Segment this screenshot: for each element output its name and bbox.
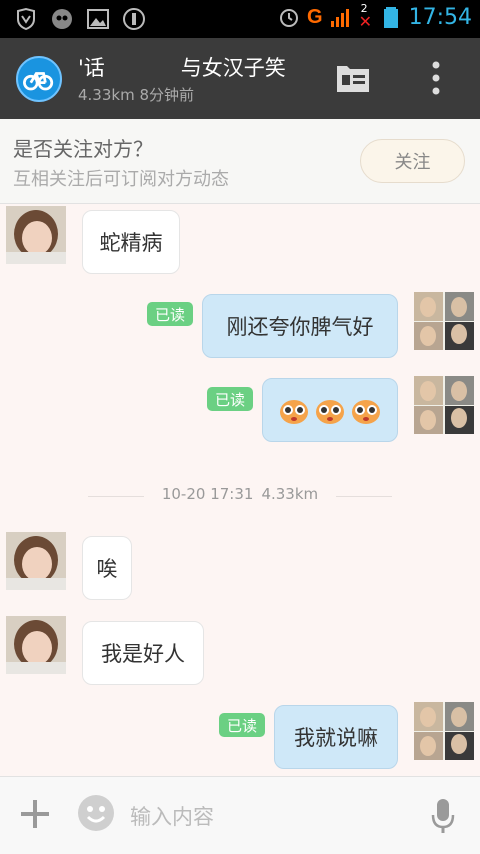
more-options-icon[interactable]	[428, 60, 444, 96]
profile-card-icon[interactable]	[335, 62, 371, 94]
cute-face-emoji-icon	[352, 400, 380, 424]
read-receipt-badge: 已读	[207, 387, 253, 411]
timestamp-text: 10-20 17:31 4.33km	[150, 485, 330, 503]
sync-icon	[123, 8, 145, 30]
message-bubble-outgoing-emoji[interactable]	[262, 378, 398, 442]
signal-icon	[330, 9, 349, 27]
cute-face-emoji-icon	[316, 400, 344, 424]
message-bubble-incoming[interactable]: 蛇精病	[82, 210, 180, 274]
message-input-bar: 输入内容	[0, 776, 480, 854]
message-bubble-outgoing[interactable]: 刚还夸你脾气好	[202, 294, 398, 358]
chat-title-part2: 与女汉子笑	[180, 56, 286, 80]
contact-avatar-photo[interactable]	[6, 616, 66, 674]
plus-icon[interactable]	[18, 797, 52, 831]
status-right-icons: G 2 ✕ 17:54	[277, 2, 472, 31]
my-avatar-photo[interactable]	[414, 292, 474, 350]
chat-title: '话 与女汉子笑	[78, 52, 286, 82]
image-icon	[87, 9, 109, 29]
read-receipt-badge: 已读	[219, 713, 265, 737]
message-bubble-incoming[interactable]: 唉	[82, 536, 132, 600]
status-bar: G 2 ✕ 17:54	[0, 0, 480, 38]
contact-avatar-photo[interactable]	[6, 206, 66, 264]
clock: 17:54	[408, 4, 472, 30]
follow-prompt-title: 是否关注对方？	[13, 137, 153, 161]
chat-header: '话 与女汉子笑 4.33km 8分钟前	[0, 38, 480, 119]
message-bubble-incoming[interactable]: 我是好人	[82, 621, 204, 685]
emoji-icon[interactable]	[78, 795, 114, 831]
chat-subtitle: 4.33km 8分钟前	[78, 86, 195, 104]
bicycle-icon	[23, 72, 54, 91]
message-bubble-outgoing[interactable]: 我就说嘛	[274, 705, 398, 769]
timestamp-distance: 4.33km	[261, 485, 319, 503]
message-input[interactable]: 输入内容	[130, 797, 410, 835]
status-left-icons	[14, 7, 146, 31]
battery-icon	[383, 7, 398, 28]
sim-indicator: 2 ✕	[358, 2, 373, 31]
no-sim-icon: ✕	[358, 12, 372, 31]
cute-face-emoji-icon	[280, 400, 308, 424]
contact-avatar-photo[interactable]	[6, 532, 66, 590]
microphone-icon[interactable]	[430, 797, 456, 835]
chat-notification-icon	[52, 9, 72, 29]
my-avatar-photo[interactable]	[414, 376, 474, 434]
timestamp-divider: 10-20 17:31 4.33km	[88, 485, 392, 507]
contact-avatar[interactable]	[16, 56, 62, 102]
timestamp-time: 10-20 17:31	[161, 485, 254, 503]
follow-prompt: 是否关注对方？ 互相关注后可订阅对方动态 关注	[0, 119, 480, 204]
follow-button[interactable]: 关注	[360, 139, 465, 183]
chat-title-part1: '话	[78, 56, 105, 80]
my-avatar-photo[interactable]	[414, 702, 474, 760]
read-receipt-badge: 已读	[147, 302, 193, 326]
shield-icon	[17, 7, 35, 31]
divider-line	[336, 496, 392, 497]
alarm-icon	[280, 9, 299, 27]
chat-messages[interactable]: 蛇精病 已读 刚还夸你脾气好 已读 10-20 17:31 4.33km 唉 我是…	[0, 204, 480, 776]
network-type-label: G	[307, 5, 323, 28]
follow-prompt-subtitle: 互相关注后可订阅对方动态	[13, 169, 229, 190]
divider-line	[88, 496, 144, 497]
